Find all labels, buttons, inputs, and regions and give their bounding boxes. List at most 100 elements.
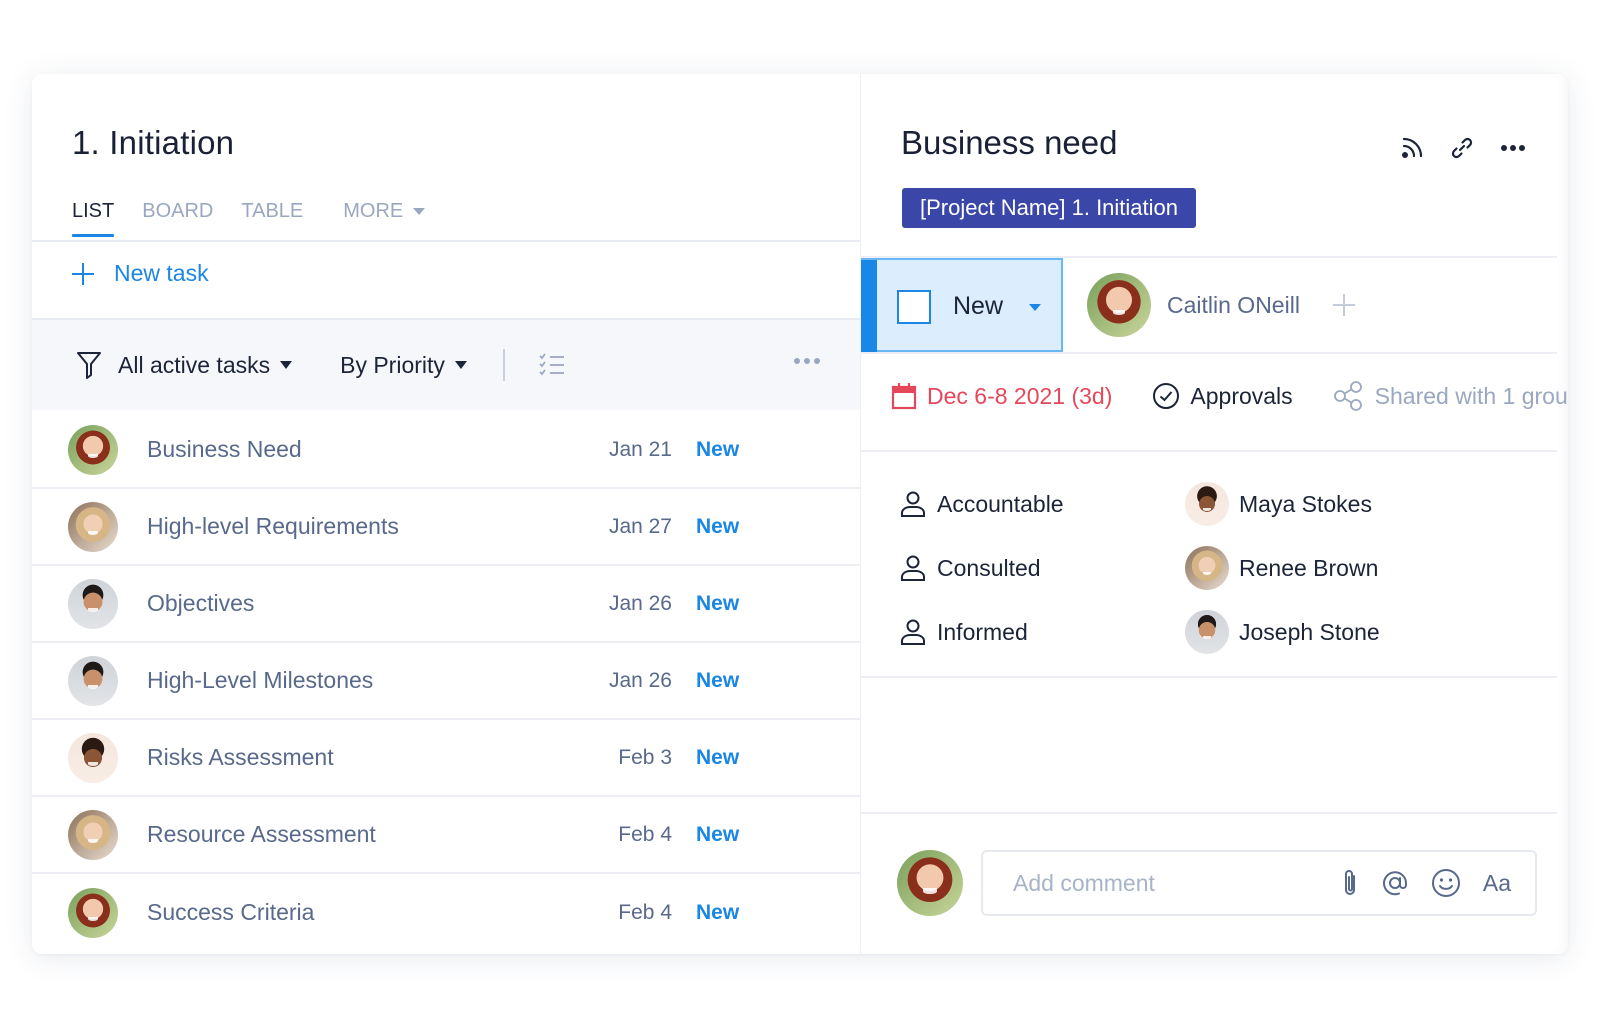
mention-icon[interactable] [1381,869,1409,897]
add-assignee-button[interactable] [1333,294,1355,316]
raci-role-label: Accountable [937,490,1064,517]
comment-box[interactable]: Aa [981,850,1537,916]
shared-button[interactable]: Shared with 1 group [1333,380,1568,412]
raci-role: Informed [901,619,1185,646]
attachment-icon[interactable] [1341,868,1359,898]
status-color-strip [861,260,877,354]
view-tabs: LIST BOARD TABLE MORE [72,200,453,237]
chevron-down-icon [413,208,426,216]
raci-person-name: Renee Brown [1239,554,1379,581]
avatar [68,578,118,629]
tab-list-label: LIST [72,200,115,222]
approvals-label: Approvals [1190,382,1293,409]
raci-row: Consulted Renee Brown [901,536,1501,600]
raci-person[interactable]: Renee Brown [1185,546,1378,590]
raci-role-label: Consulted [937,554,1041,581]
avatar [1185,482,1229,526]
divider [861,450,1557,452]
task-status[interactable]: New [696,592,739,616]
caret-down-icon [454,361,467,369]
task-name: Success Criteria [147,899,315,925]
task-title[interactable]: Business need [901,124,1117,162]
project-tag[interactable]: [Project Name] 1. Initiation [902,188,1197,228]
raci-section: Accountable Maya Stokes Consulted Renee … [901,472,1501,664]
calendar-icon [891,383,917,410]
task-status[interactable]: New [696,515,739,539]
avatar [68,501,118,552]
task-list: Business Need Jan 21 New High-level Requ… [32,412,860,951]
app-window: 1. Initiation LIST BOARD TABLE MORE New … [32,74,1568,954]
task-row[interactable]: High-Level Milestones Jan 26 New [32,643,860,720]
link-icon[interactable] [1450,136,1474,160]
raci-role-label: Informed [937,618,1028,645]
divider [861,352,1557,354]
task-name: Risks Assessment [147,744,334,770]
task-status[interactable]: New [696,823,739,847]
task-date: Jan 26 [608,591,672,615]
task-row[interactable]: High-level Requirements Jan 27 New [32,489,860,566]
divider [861,812,1557,814]
tab-table[interactable]: TABLE [241,200,303,235]
check-circle-icon [1153,383,1180,409]
new-task-button[interactable]: New task [72,260,209,287]
tab-more[interactable]: MORE [343,200,426,235]
task-status[interactable]: New [696,901,739,925]
task-status[interactable]: New [696,746,739,770]
avatar [1087,273,1151,337]
task-date: Jan 26 [608,668,672,692]
task-date: Jan 21 [608,437,672,461]
list-toolbar: All active tasks By Priority [32,318,860,410]
task-meta-row: Dec 6-8 2021 (3d) Approvals Shared with … [891,380,1568,412]
emoji-icon[interactable] [1431,868,1461,898]
task-date: Jan 27 [608,514,672,538]
tab-table-label: TABLE [241,200,304,222]
task-row[interactable]: Business Need Jan 21 New [32,412,860,489]
more-horizontal-icon[interactable] [1500,144,1526,152]
filter-icon [77,352,101,379]
task-date: Feb 4 [618,822,672,846]
avatar [68,424,118,475]
share-icon [1333,381,1362,411]
task-status[interactable]: New [696,669,739,693]
task-detail-panel: Business need [Project Name] 1. Initiati… [860,74,1568,954]
assignee-name: Caitlin ONeill [1167,291,1300,318]
caret-down-icon [1029,304,1041,311]
task-row[interactable]: Risks Assessment Feb 3 New [32,720,860,797]
folder-title: 1. Initiation [72,124,235,161]
date-range[interactable]: Dec 6-8 2021 (3d) [891,382,1112,410]
task-date: Feb 3 [618,745,672,769]
filter-label: All active tasks [118,351,271,378]
sort-dropdown[interactable]: By Priority [340,352,467,379]
raci-row: Accountable Maya Stokes [901,472,1501,536]
user-icon [901,491,925,517]
task-row[interactable]: Resource Assessment Feb 4 New [32,797,860,874]
complete-checkbox[interactable] [897,290,931,324]
avatar [68,655,118,706]
raci-person[interactable]: Joseph Stone [1185,610,1380,654]
filter-dropdown[interactable]: All active tasks [76,351,293,379]
task-status[interactable]: New [696,438,739,462]
more-horizontal-icon[interactable] [794,358,820,364]
text-format-button[interactable]: Aa [1483,870,1511,897]
caret-down-icon [280,361,293,369]
raci-role: Consulted [901,555,1185,582]
avatar [1185,610,1229,654]
assignee[interactable]: Caitlin ONeill [1087,273,1300,337]
tab-board-label: BOARD [142,200,214,222]
task-name: Resource Assessment [147,821,376,847]
raci-person-name: Maya Stokes [1239,490,1372,517]
task-row[interactable]: Objectives Jan 26 New [32,566,860,643]
plus-icon [72,262,94,285]
comment-input[interactable] [1013,852,1313,914]
checklist-icon[interactable] [539,353,565,377]
task-row[interactable]: Success Criteria Feb 4 New [32,874,860,951]
status-dropdown[interactable]: New [861,258,1063,354]
tab-list[interactable]: LIST [72,200,115,237]
user-icon [901,619,925,645]
toolbar-separator [502,349,505,381]
rss-follow-icon[interactable] [1400,136,1424,160]
approvals-button[interactable]: Approvals [1152,382,1293,410]
raci-person[interactable]: Maya Stokes [1185,482,1372,526]
tab-board[interactable]: BOARD [142,200,213,235]
divider [32,240,860,242]
